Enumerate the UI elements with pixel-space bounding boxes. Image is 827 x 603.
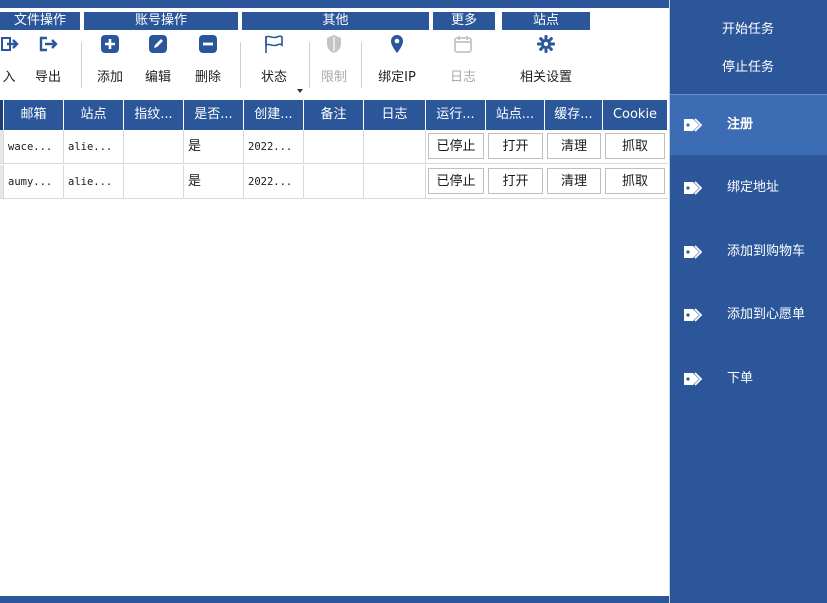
side-panel: 开始任务 停止任务 注册 绑定地址 添加到购物车 添加到心愿单 下单 <box>669 0 827 603</box>
separator <box>361 42 362 88</box>
grab-cookie-button[interactable]: 抓取 <box>605 133 665 159</box>
cell-created[interactable]: 2022... <box>244 165 304 199</box>
cell-created[interactable]: 2022... <box>244 130 304 164</box>
delete-button[interactable]: 删除 <box>186 34 230 94</box>
plus-icon <box>88 34 132 62</box>
column-header-cookie[interactable]: Cookie <box>603 100 668 130</box>
run-status-button[interactable]: 已停止 <box>428 133 484 159</box>
separator <box>240 42 241 88</box>
nav-item-bind-address[interactable]: 绑定地址 <box>669 158 827 218</box>
log-button[interactable]: 日志 <box>441 34 485 94</box>
cell-email[interactable]: aumy... <box>4 165 64 199</box>
tag-icon <box>683 244 707 264</box>
edit-button[interactable]: 编辑 <box>136 34 180 94</box>
shield-icon <box>314 34 354 62</box>
start-task-button[interactable]: 开始任务 <box>669 18 827 37</box>
location-pin-icon <box>366 34 428 62</box>
panel-divider <box>669 0 670 603</box>
group-site: 站点 <box>502 12 590 30</box>
tag-icon <box>683 117 707 137</box>
tag-icon <box>683 371 707 391</box>
cell-note[interactable] <box>304 130 364 164</box>
export-button[interactable]: 导出 <box>30 34 66 94</box>
open-site-button[interactable]: 打开 <box>488 133 543 159</box>
column-header-log[interactable]: 日志 <box>364 100 426 130</box>
group-other: 其他 <box>242 12 429 30</box>
nav-item-place-order[interactable]: 下单 <box>669 349 827 409</box>
export-icon <box>30 34 66 62</box>
flag-icon <box>250 34 298 62</box>
limit-button[interactable]: 限制 <box>314 34 354 94</box>
column-header-created[interactable]: 创建... <box>244 100 304 130</box>
nav-item-add-to-cart[interactable]: 添加到购物车 <box>669 222 827 282</box>
group-more: 更多 <box>433 12 495 30</box>
site-settings-button[interactable]: 相关设置 <box>508 34 584 94</box>
cell-fingerprint[interactable] <box>124 165 184 199</box>
table-row[interactable]: aumy... alie... 是 2022... 已停止 打开 清理 抓取 <box>0 165 668 199</box>
group-file: 文件操作 <box>0 12 80 30</box>
bind-ip-button[interactable]: 绑定IP <box>366 34 428 94</box>
cell-fingerprint[interactable] <box>124 130 184 164</box>
run-status-button[interactable]: 已停止 <box>428 168 484 194</box>
tag-icon <box>683 307 707 327</box>
bottom-bar <box>0 596 669 603</box>
column-header-site-open[interactable]: 站点... <box>486 100 545 130</box>
open-site-button[interactable]: 打开 <box>488 168 543 194</box>
column-header-email[interactable]: 邮箱 <box>4 100 64 130</box>
column-header-flag[interactable]: 是否... <box>184 100 244 130</box>
table-row[interactable]: wace... alie... 是 2022... 已停止 打开 清理 抓取 <box>0 130 668 164</box>
column-header-run[interactable]: 运行... <box>426 100 486 130</box>
cell-email[interactable]: wace... <box>4 130 64 164</box>
cell-flag[interactable]: 是 <box>184 165 244 199</box>
cell-log[interactable] <box>364 130 426 164</box>
nav-item-add-to-wishlist[interactable]: 添加到心愿单 <box>669 285 827 345</box>
stop-task-button[interactable]: 停止任务 <box>669 56 827 75</box>
add-button[interactable]: 添加 <box>88 34 132 94</box>
column-header-fingerprint[interactable]: 指纹... <box>124 100 184 130</box>
column-header-cache[interactable]: 缓存... <box>545 100 603 130</box>
table-header: 邮箱 站点 指纹... 是否... 创建... 备注 日志 运行... 站点..… <box>0 100 668 130</box>
calendar-icon <box>441 34 485 62</box>
cell-note[interactable] <box>304 165 364 199</box>
status-dropdown[interactable]: 状态 <box>250 34 298 94</box>
pencil-icon <box>136 34 180 62</box>
cell-log[interactable] <box>364 165 426 199</box>
separator <box>309 42 310 88</box>
cell-site[interactable]: alie... <box>64 130 124 164</box>
cell-flag[interactable]: 是 <box>184 130 244 164</box>
import-button[interactable]: 入 <box>0 34 24 94</box>
clear-cache-button[interactable]: 清理 <box>547 133 601 159</box>
separator <box>81 42 82 88</box>
import-icon <box>0 34 24 62</box>
minus-icon <box>186 34 230 62</box>
chevron-down-icon <box>297 89 303 93</box>
column-header-note[interactable]: 备注 <box>304 100 364 130</box>
column-header-site[interactable]: 站点 <box>64 100 124 130</box>
grab-cookie-button[interactable]: 抓取 <box>605 168 665 194</box>
clear-cache-button[interactable]: 清理 <box>547 168 601 194</box>
nav-item-register[interactable]: 注册 <box>669 95 827 155</box>
tag-icon <box>683 180 707 200</box>
cell-site[interactable]: alie... <box>64 165 124 199</box>
gear-icon <box>508 34 584 62</box>
group-account: 账号操作 <box>84 12 238 30</box>
ribbon-toolbar: 文件操作 账号操作 其他 更多 站点 入 导出 添加 编辑 删除 状态 限制 绑… <box>0 8 668 96</box>
